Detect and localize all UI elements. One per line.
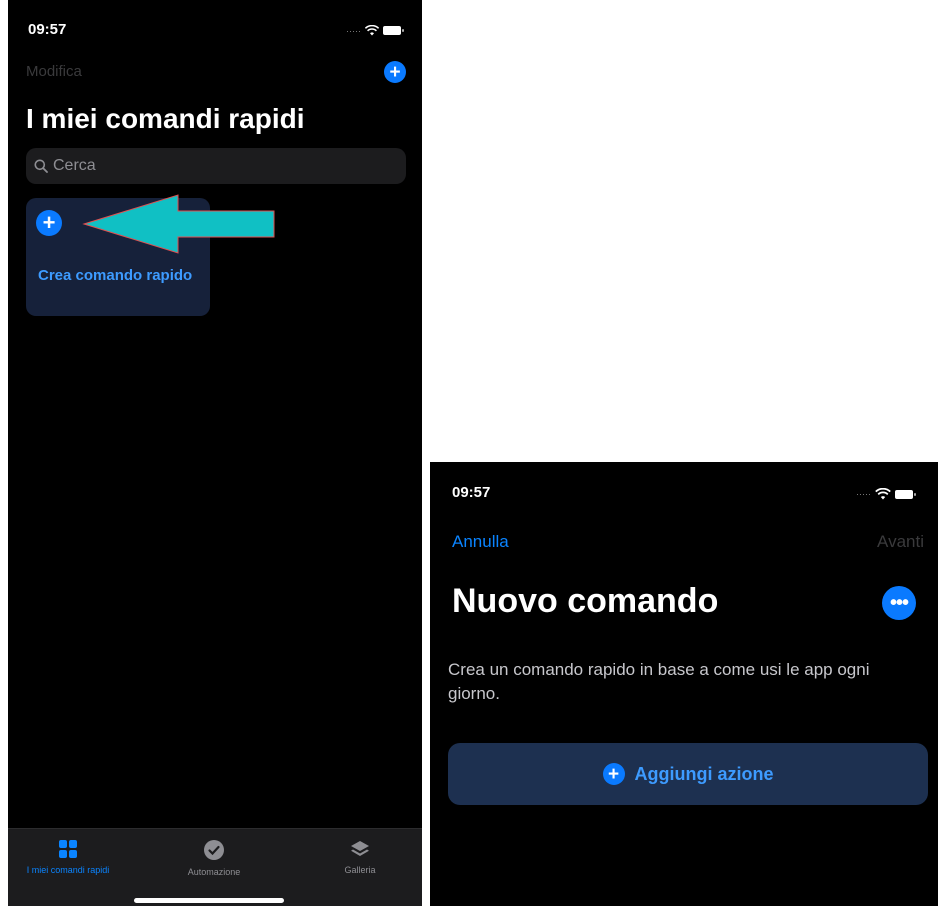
battery-icon [383,26,404,35]
add-shortcut-button[interactable]: + [384,61,406,83]
gallery-layers-icon [351,841,369,856]
cancel-button[interactable]: Annulla [452,532,509,552]
plus-icon: + [36,210,62,236]
tab-automation[interactable]: Automazione [168,839,260,877]
status-time: 09:57 [28,21,67,38]
battery-icon [895,489,916,499]
wifi-icon [875,488,891,500]
search-input[interactable]: Cerca [26,148,406,184]
annotation-arrow-icon [82,194,275,254]
tab-my-shortcuts[interactable]: I miei comandi rapidi [22,839,114,875]
tab-label: Automazione [187,867,241,877]
tab-bar: I miei comandi rapidi Automazione Galler… [8,828,422,906]
tab-gallery[interactable]: Galleria [314,839,406,875]
signal-icon: ····· [346,25,361,36]
tab-label: I miei comandi rapidi [26,865,110,875]
status-icons: ····· [346,25,404,36]
plus-icon: + [602,763,625,785]
search-placeholder: Cerca [53,157,96,174]
page-title: I miei comandi rapidi [26,103,305,134]
new-shortcut-screen: 09:57 ····· Annulla Avanti Nuovo comando… [430,462,938,906]
status-time: 09:57 [452,484,491,501]
search-icon [34,159,48,173]
tab-label: Galleria [344,865,376,875]
edit-button[interactable]: Modifica [26,63,82,80]
create-shortcut-label: Crea comando rapido [38,267,193,284]
shortcuts-home-screen: 09:57 ····· Modifica + I miei comandi ra… [8,0,422,906]
more-options-icon[interactable]: ••• [882,586,916,620]
page-title: Nuovo comando [452,582,719,620]
status-icons: ····· [856,488,916,500]
description-text: Crea un comando rapido in base a come us… [448,660,870,703]
grid-icon [59,840,77,858]
wifi-icon [365,25,379,36]
add-action-button[interactable]: + Aggiungi azione [448,743,928,805]
home-indicator [134,898,284,903]
next-button[interactable]: Avanti [877,532,924,552]
signal-icon: ····· [856,489,871,499]
add-action-label: Aggiungi azione [634,763,774,784]
automation-icon [204,840,224,860]
